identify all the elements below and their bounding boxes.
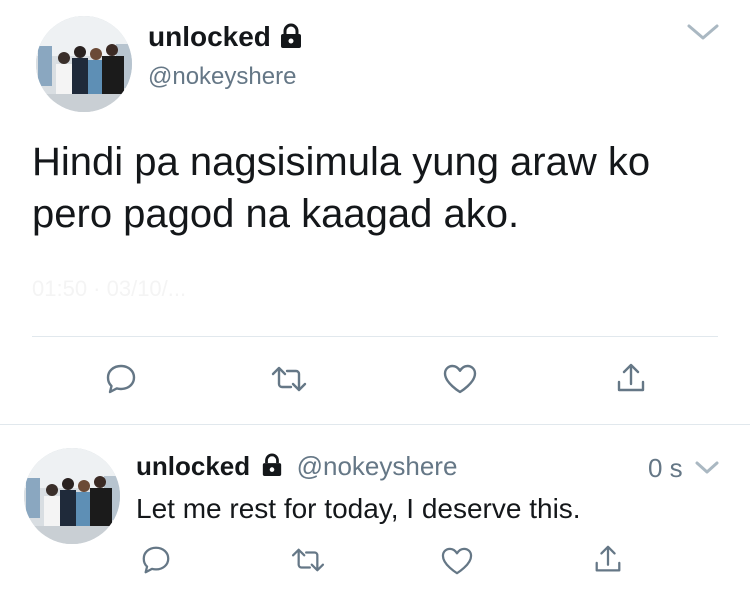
chevron-down-icon[interactable] — [694, 460, 720, 476]
handle[interactable]: @nokeyshere — [297, 451, 458, 481]
reply-icon[interactable] — [104, 362, 138, 396]
display-name[interactable]: unlocked — [136, 451, 250, 481]
display-name[interactable]: unlocked — [148, 20, 303, 54]
tweet-text-line: pero pagod na kaagad ako. — [32, 192, 520, 236]
divider — [32, 336, 718, 337]
retweet-icon[interactable] — [290, 546, 326, 574]
tweet-text: Hindi pa nagsisimula yung araw ko pero p… — [32, 136, 650, 240]
avatar[interactable] — [24, 448, 120, 544]
like-icon[interactable] — [442, 363, 478, 395]
retweet-icon[interactable] — [270, 364, 308, 394]
tweet-text: Let me rest for today, I deserve this. — [136, 493, 581, 524]
reply-header: unlocked @nokeyshere — [136, 450, 457, 482]
timestamp[interactable]: 0 s — [648, 452, 683, 484]
like-icon[interactable] — [440, 546, 474, 576]
avatar[interactable] — [36, 16, 132, 112]
tweet-text-line: Hindi pa nagsisimula yung araw ko — [32, 140, 651, 184]
timestamp: 01:50 · 03/10/... — [32, 276, 187, 301]
chevron-down-icon[interactable] — [686, 22, 720, 42]
share-icon[interactable] — [592, 544, 624, 576]
display-name-text: unlocked — [148, 21, 271, 52]
lock-icon — [280, 23, 301, 48]
lock-icon — [263, 453, 282, 477]
share-icon[interactable] — [614, 362, 648, 396]
handle[interactable]: @nokeyshere — [148, 62, 296, 92]
reply-icon[interactable] — [140, 544, 172, 576]
divider — [0, 424, 750, 425]
